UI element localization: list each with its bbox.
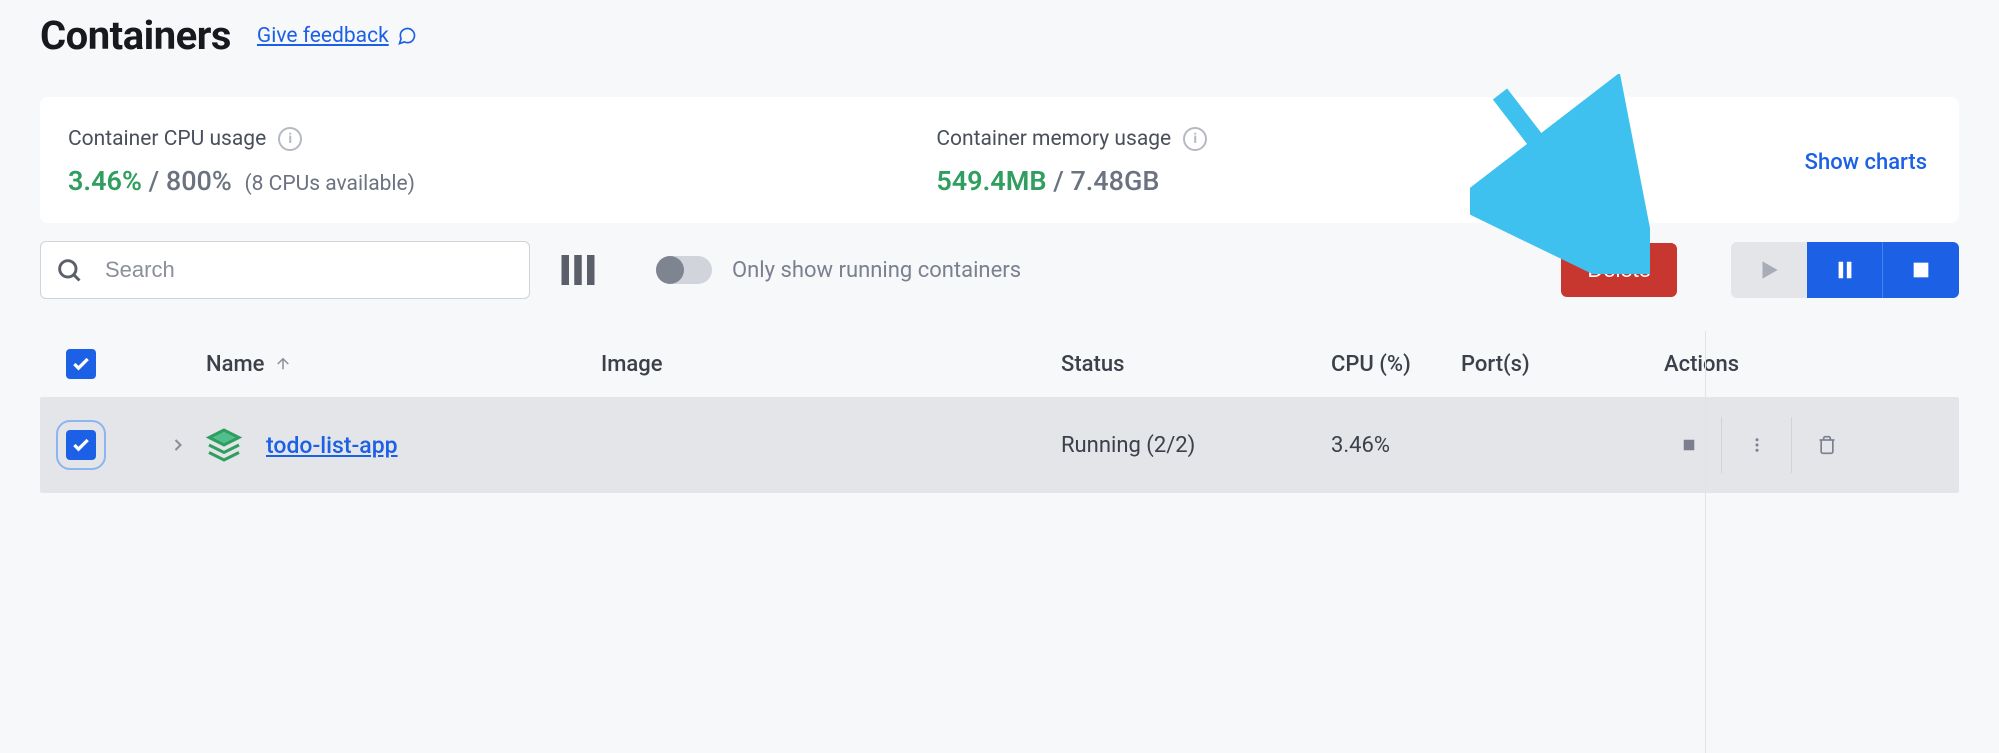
show-charts-link[interactable]: Show charts	[1805, 150, 1927, 175]
stats-card: Container CPU usage i 3.46% / 800% (8 CP…	[40, 97, 1959, 223]
table-header: Name Image Status CPU (%) Port(s) Action…	[40, 331, 1959, 397]
search-box[interactable]	[40, 241, 530, 299]
running-only-label: Only show running containers	[732, 258, 1021, 283]
column-image[interactable]: Image	[601, 352, 1061, 377]
stack-icon	[206, 427, 242, 463]
kebab-icon	[1748, 436, 1766, 454]
container-name-link[interactable]: todo-list-app	[266, 432, 398, 459]
select-all-checkbox[interactable]	[66, 349, 96, 379]
toggle-knob	[656, 256, 684, 284]
running-only-toggle[interactable]	[656, 256, 712, 284]
row-checkbox[interactable]	[66, 430, 96, 460]
row-delete-button[interactable]	[1792, 417, 1862, 473]
feedback-link-label: Give feedback	[257, 24, 389, 48]
row-stop-button[interactable]	[1652, 417, 1722, 473]
cpu-stat-label: Container CPU usage	[68, 127, 266, 151]
expand-row[interactable]	[150, 435, 206, 455]
table-row[interactable]: todo-list-app Running (2/2) 3.46%	[40, 397, 1959, 493]
column-cpu[interactable]: CPU (%)	[1331, 352, 1461, 377]
cpu-stat: Container CPU usage i 3.46% / 800% (8 CP…	[68, 127, 936, 197]
column-name[interactable]: Name	[206, 352, 601, 377]
search-icon	[55, 256, 83, 284]
sort-asc-icon	[274, 355, 292, 373]
search-input[interactable]	[105, 257, 515, 283]
start-button[interactable]	[1731, 242, 1807, 298]
info-icon[interactable]: i	[1183, 127, 1207, 151]
chat-icon	[397, 26, 417, 46]
memory-stat-value: 549.4MB / 7.48GB	[936, 165, 1804, 197]
page-title: Containers	[40, 12, 231, 59]
check-icon	[71, 354, 91, 374]
cell-status: Running (2/2)	[1061, 433, 1331, 458]
trash-icon	[1817, 435, 1837, 455]
column-actions: Actions	[1646, 352, 1959, 377]
memory-stat: Container memory usage i 549.4MB / 7.48G…	[936, 127, 1804, 197]
delete-button[interactable]: Delete	[1561, 243, 1677, 297]
row-actions	[1646, 417, 1959, 473]
column-divider	[1705, 331, 1706, 753]
memory-stat-label: Container memory usage	[936, 127, 1171, 151]
chevron-right-icon	[168, 435, 188, 455]
pause-icon	[1834, 259, 1856, 281]
cpu-stat-value: 3.46% / 800% (8 CPUs available)	[68, 165, 936, 197]
bulk-action-group	[1731, 242, 1959, 298]
columns-icon	[560, 255, 596, 285]
give-feedback-link[interactable]: Give feedback	[257, 24, 417, 48]
toolbar: Only show running containers Delete	[40, 241, 1959, 303]
column-status[interactable]: Status	[1061, 352, 1331, 377]
columns-button[interactable]	[558, 250, 598, 290]
pause-button[interactable]	[1807, 242, 1883, 298]
column-ports[interactable]: Port(s)	[1461, 352, 1646, 377]
row-more-button[interactable]	[1722, 417, 1792, 473]
play-icon	[1756, 257, 1782, 283]
check-icon	[71, 435, 91, 455]
cell-cpu: 3.46%	[1331, 433, 1461, 458]
stop-button[interactable]	[1883, 242, 1959, 298]
stop-icon	[1680, 436, 1698, 454]
containers-table: Name Image Status CPU (%) Port(s) Action…	[40, 331, 1959, 493]
page-header: Containers Give feedback	[40, 12, 1959, 59]
info-icon[interactable]: i	[278, 127, 302, 151]
stop-icon	[1910, 259, 1932, 281]
